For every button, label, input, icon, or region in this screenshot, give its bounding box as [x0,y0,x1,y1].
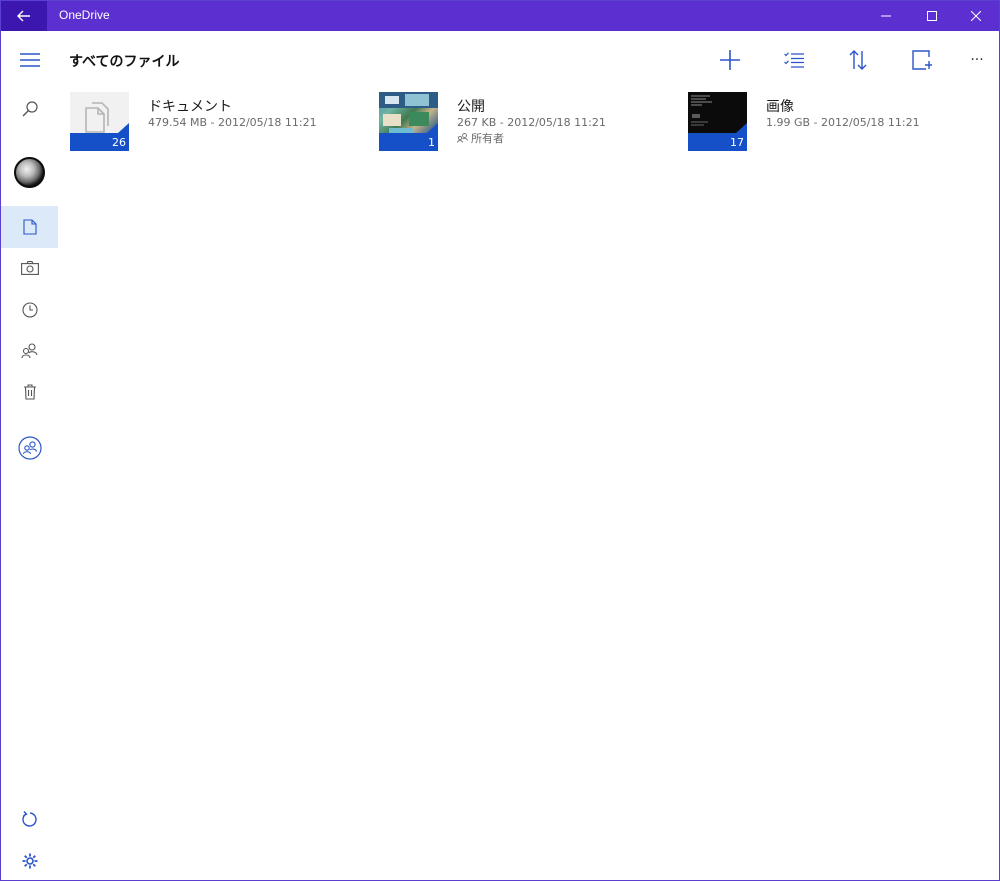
recent-icon [21,302,38,318]
shared-icon [21,343,38,359]
sidebar-item-photos[interactable] [1,247,58,289]
view-button[interactable] [902,43,942,77]
sidebar-item-groups[interactable] [1,427,58,469]
item-name: ドキュメント [148,99,232,115]
documents-icon [85,102,109,133]
item-meta: 479.54 MB - 2012/05/18 11:21 [148,116,317,129]
minimize-button[interactable] [863,1,909,31]
back-arrow-icon [17,10,30,22]
item-meta: 267 KB - 2012/05/18 11:21 [457,116,606,129]
item-meta: 1.99 GB - 2012/05/18 11:21 [766,116,920,129]
sidebar-item-shared[interactable] [1,330,58,372]
select-button[interactable] [774,43,814,77]
back-button[interactable] [1,1,47,31]
settings-button[interactable] [1,840,58,881]
folder-item[interactable]: 26 ドキュメント 479.54 MB - 2012/05/18 11:21 [70,92,370,152]
sidebar [1,31,58,880]
folder-thumbnail: 26 [70,92,129,151]
item-name: 公開 [457,99,485,115]
files-icon [22,219,37,235]
maximize-button[interactable] [909,1,955,31]
folder-thumbnail: 17 [688,92,747,151]
app-window: OneDrive すべてのファイル ··· 26 ドキュメント 479.54 M… [0,0,1000,881]
item-name: 画像 [766,99,794,115]
groups-icon [17,436,42,460]
search-icon [22,101,38,117]
close-button[interactable] [953,1,999,31]
photos-icon [20,261,39,275]
hamburger-menu-button[interactable] [1,39,58,81]
folder-thumbnail: 1 [379,92,438,151]
folder-item[interactable]: 17 画像 1.99 GB - 2012/05/18 11:21 [688,92,988,152]
minimize-icon [881,15,891,17]
avatar [14,156,45,188]
more-button[interactable]: ··· [957,43,997,77]
hamburger-icon [19,53,40,67]
item-count: 17 [730,136,744,149]
title-bar: OneDrive [1,1,999,31]
add-button[interactable] [710,43,750,77]
account-button[interactable] [1,151,58,193]
recycle-bin-icon [23,384,36,400]
sort-button[interactable] [838,43,878,77]
more-icon: ··· [970,52,984,68]
add-icon [720,50,740,70]
sharing-label: 所有者 [471,132,504,145]
app-title: OneDrive [59,8,110,22]
search-button[interactable] [1,88,58,130]
close-icon [971,11,981,21]
maximize-icon [927,11,937,21]
item-sharing-status: 所有者 [457,130,504,146]
page-title: すべてのファイル [69,54,180,70]
item-count: 1 [428,136,435,149]
select-icon [784,52,804,68]
sync-icon [21,811,37,827]
folder-item[interactable]: 1 公開 267 KB - 2012/05/18 11:21 所有者 [379,92,679,152]
settings-icon [22,853,37,869]
sidebar-item-files[interactable] [1,206,58,248]
sort-icon [849,50,867,70]
view-icon [912,50,932,70]
shared-icon [457,133,468,143]
sync-button[interactable] [1,798,58,840]
sidebar-item-recent[interactable] [1,289,58,331]
sidebar-item-recycle-bin[interactable] [1,371,58,413]
item-count: 26 [112,136,126,149]
